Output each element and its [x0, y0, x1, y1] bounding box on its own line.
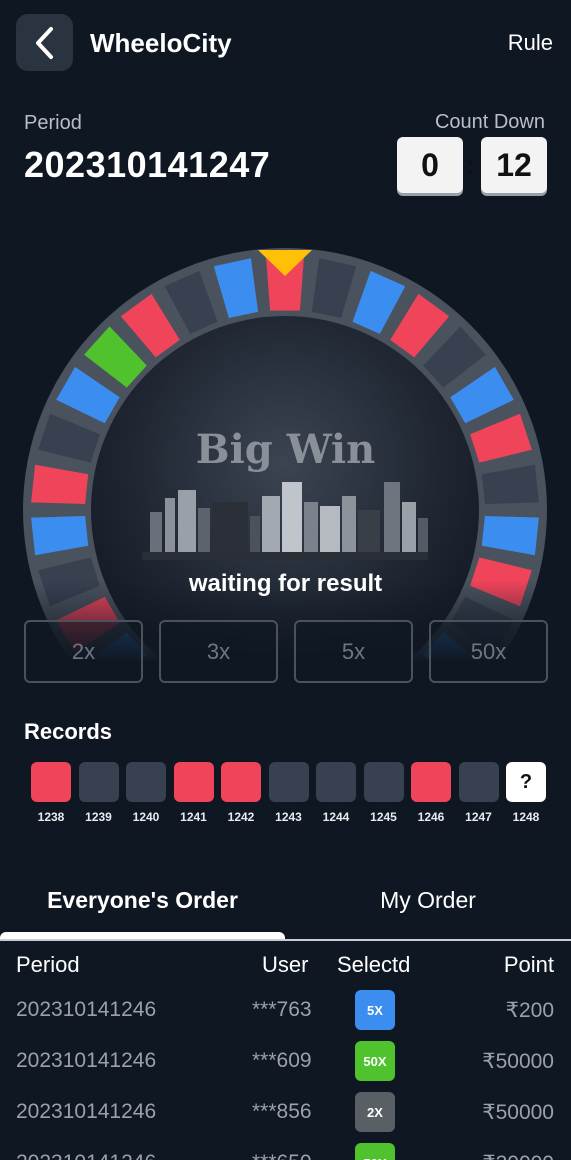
- record-color-box: [316, 762, 356, 802]
- bet-50x-button[interactable]: 50x: [429, 620, 548, 683]
- record-item: 1241: [173, 762, 214, 824]
- record-color-box: [173, 762, 214, 802]
- record-item: 1243: [268, 762, 309, 824]
- prize-wheel: Big Win waiting for result: [0, 240, 571, 660]
- record-color-box: [126, 762, 166, 802]
- countdown-label: Count Down: [434, 111, 545, 133]
- city-skyline-icon: [142, 482, 428, 560]
- table-row: 202310141246 ***609 50X ₹50000: [0, 1041, 571, 1085]
- app-title: WheeloCity: [90, 28, 232, 58]
- period-value: 202310141247: [24, 144, 271, 185]
- record-item: 1239: [78, 762, 119, 824]
- chevron-left-icon: [35, 26, 53, 59]
- header-period: Period: [16, 952, 80, 977]
- order-period: 202310141246: [16, 1151, 156, 1160]
- order-point: ₹50000: [482, 1050, 554, 1073]
- bet-3x-button[interactable]: 3x: [159, 620, 278, 683]
- period-label: Period: [24, 112, 82, 134]
- order-tabs: Everyone's Order My Order: [0, 870, 571, 942]
- bet-2x-button[interactable]: 2x: [24, 620, 143, 683]
- record-item: 1238: [31, 762, 71, 824]
- order-selected-badge: 2X: [355, 1092, 395, 1132]
- table-row: 202310141246 ***650 50X ₹20000: [0, 1143, 571, 1160]
- record-period-number: 1247: [465, 810, 492, 824]
- record-item: 1246: [411, 762, 451, 824]
- record-color-box: [411, 762, 451, 802]
- record-period-number: 1243: [275, 810, 302, 824]
- app-header: WheeloCity Rule: [0, 0, 571, 86]
- table-row: 202310141246 ***763 5X ₹200: [0, 990, 571, 1034]
- header-point: Point: [503, 952, 554, 977]
- countdown-colon: :: [466, 150, 475, 180]
- table-row: 202310141246 ***856 2X ₹50000: [0, 1092, 571, 1136]
- countdown-minutes: 0: [397, 137, 463, 193]
- record-item: 1245: [363, 762, 404, 824]
- record-color-box: ?: [506, 762, 546, 802]
- record-period-number: 1246: [417, 810, 445, 824]
- record-item: ? 1248: [506, 762, 546, 824]
- wheel-status: waiting for result: [188, 570, 383, 597]
- record-color-box: [268, 762, 309, 802]
- order-user: ***609: [252, 1049, 312, 1072]
- tab-everyones-order[interactable]: Everyone's Order: [0, 870, 285, 930]
- order-point: ₹50000: [482, 1101, 554, 1124]
- record-color-box: [458, 762, 499, 802]
- order-user: ***856: [252, 1100, 312, 1123]
- record-period-number: 1242: [227, 810, 255, 824]
- record-item: 1242: [221, 762, 261, 824]
- records-list: 1238 1239 1240 1241 1242 1243 1244 1245 1246 1247…: [31, 762, 551, 826]
- bet-5x-button[interactable]: 5x: [294, 620, 413, 683]
- record-color-box: [31, 762, 71, 802]
- record-period-number: 1239: [85, 810, 112, 824]
- record-period-number: 1240: [132, 810, 160, 824]
- order-point: ₹20000: [482, 1151, 554, 1160]
- record-item: 1244: [316, 762, 356, 824]
- record-item: 1240: [126, 762, 166, 824]
- record-period-number: 1245: [370, 810, 397, 824]
- record-period-number: 1244: [322, 810, 350, 824]
- back-button[interactable]: [16, 14, 73, 71]
- big-win-title: Big Win: [195, 426, 376, 473]
- countdown-seconds: 12: [481, 137, 547, 193]
- record-period-number: 1238: [37, 810, 65, 824]
- record-item: 1247: [458, 762, 499, 824]
- header-selected: Selectd: [337, 952, 411, 977]
- order-selected-badge: 50X: [355, 1143, 395, 1160]
- rule-link[interactable]: Rule: [508, 30, 553, 56]
- order-point: ₹200: [505, 999, 554, 1022]
- tab-divider: [0, 939, 571, 941]
- records-label: Records: [24, 719, 113, 744]
- order-period: 202310141246: [16, 998, 157, 1021]
- order-period: 202310141246: [16, 1100, 157, 1123]
- order-period: 202310141246: [16, 1049, 157, 1072]
- record-color-box: [363, 762, 404, 802]
- record-period-number: 1241: [180, 810, 207, 824]
- record-period-number: 1248: [512, 810, 540, 824]
- order-selected-badge: 50X: [355, 1041, 395, 1081]
- orders-table-header: Period User Selectd Point: [0, 952, 571, 982]
- tab-my-order[interactable]: My Order: [285, 870, 571, 930]
- bet-options: 2x 3x 5x 50x: [24, 620, 548, 683]
- order-user: ***763: [252, 998, 312, 1021]
- order-selected-badge: 5X: [355, 990, 395, 1030]
- record-color-box: [221, 762, 261, 802]
- header-user: User: [262, 952, 309, 977]
- order-user: ***650: [252, 1151, 312, 1160]
- record-color-box: [78, 762, 119, 802]
